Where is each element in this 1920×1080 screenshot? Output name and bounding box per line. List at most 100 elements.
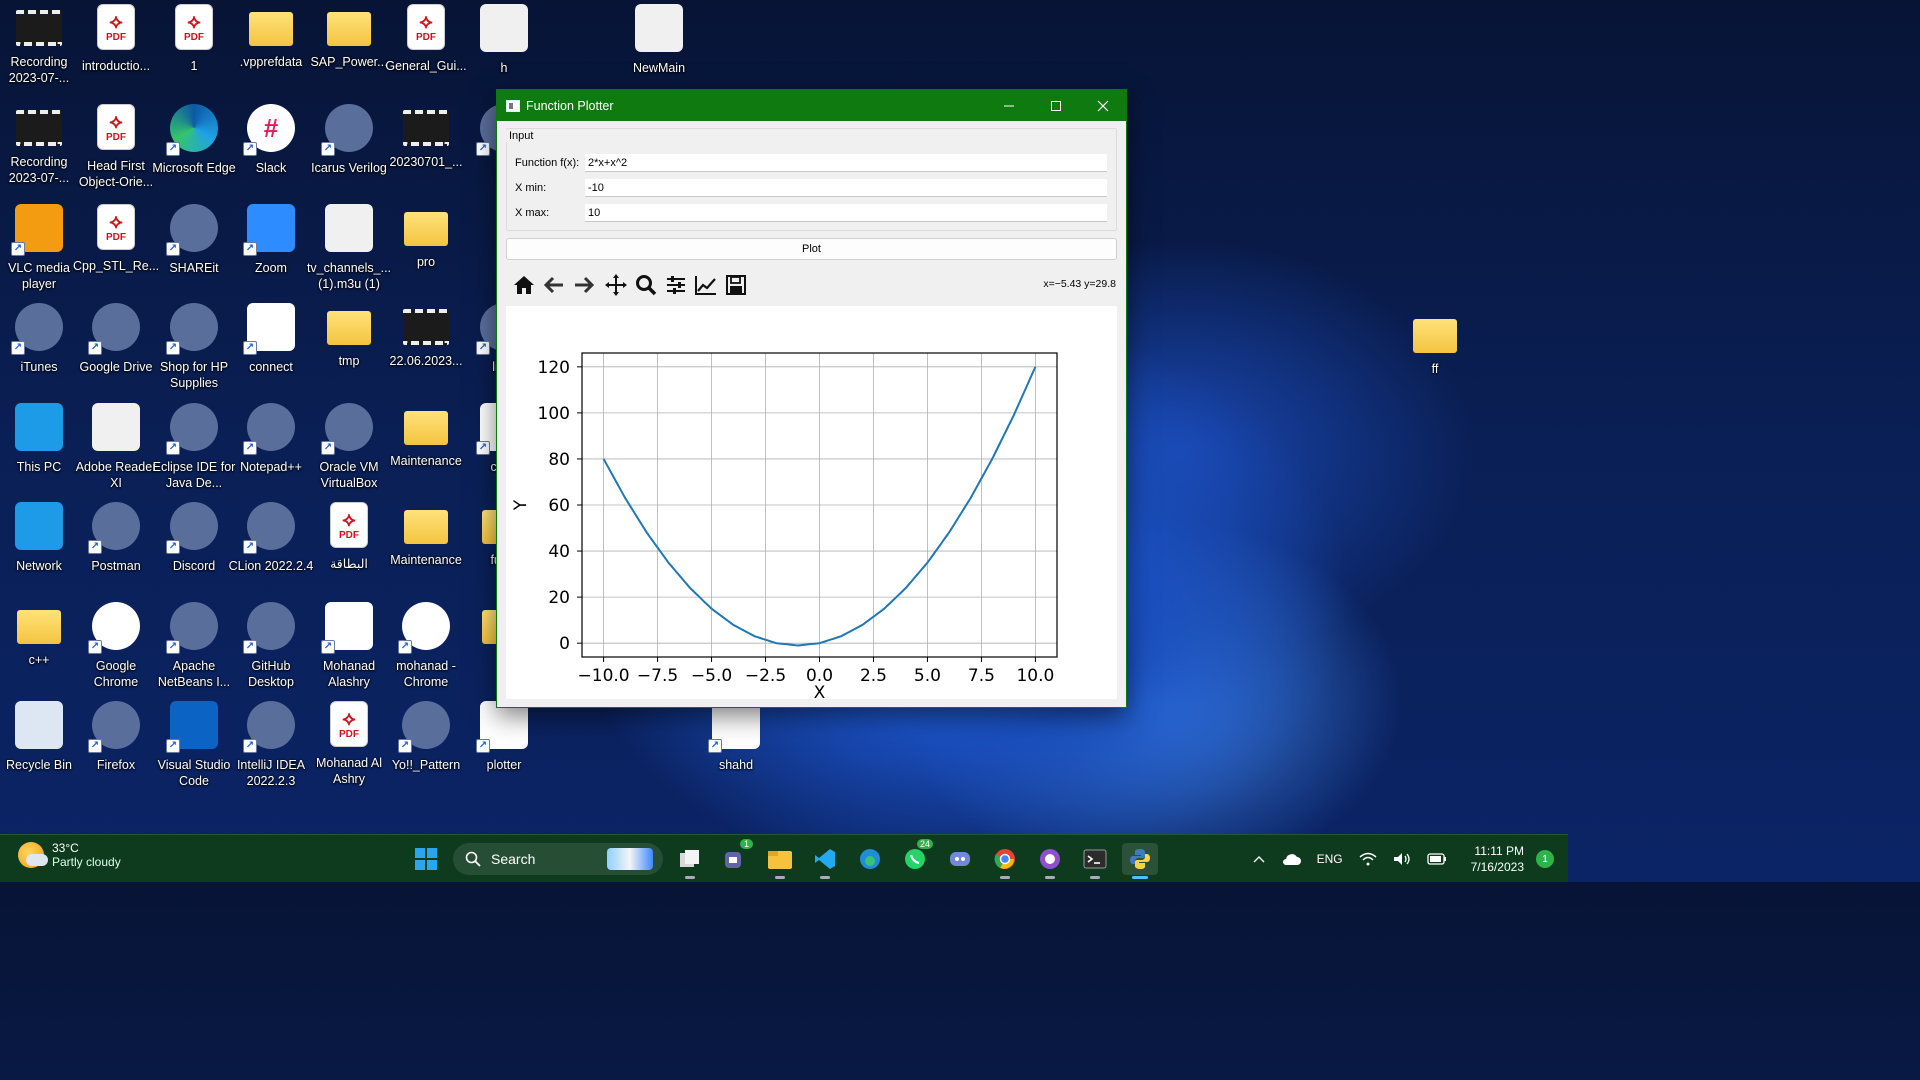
discord-button[interactable] [942,843,978,875]
chrome-button[interactable] [987,843,1023,879]
desktop-icon[interactable]: tmp [310,299,388,395]
desktop-icon[interactable]: SAP_Power... [310,0,388,96]
desktop-icon[interactable]: Recording 2023-07-... [0,0,78,96]
home-button[interactable] [509,270,539,300]
desktop-icon[interactable]: NewMain [620,0,698,96]
pdf-file-icon: ⟡ PDF [175,4,213,50]
desktop-icon[interactable]: ↗ shahd [697,697,775,793]
desktop-icon[interactable]: ⟡ PDF 1 [155,0,233,96]
close-button[interactable] [1079,90,1126,121]
desktop-icon[interactable]: ff [1396,307,1474,403]
network-button[interactable] [1359,852,1377,866]
onedrive-button[interactable] [1281,852,1301,866]
desktop-icon[interactable]: ↗ Notepad++ [232,399,310,495]
desktop-icon[interactable]: ↗ Discord [155,498,233,594]
github-desktop-button[interactable] [1032,843,1068,879]
app-icon: ↗ [243,701,295,753]
desktop-icon[interactable]: Maintenance [387,399,465,495]
desktop-icon[interactable]: ↗ Google Chrome [77,598,155,694]
clock[interactable]: 11:11 PM 7/16/2023 [1471,843,1524,875]
desktop-icon[interactable]: ↗ plotter [465,697,543,793]
desktop-icon[interactable]: ↗ iTunes [0,299,78,395]
pan-button[interactable] [601,270,631,300]
zoom-button[interactable] [631,270,661,300]
notification-badge[interactable]: 1 [1536,850,1554,868]
language-indicator[interactable]: ENG [1317,852,1343,866]
desktop-icon[interactable]: ↗ CLion 2022.2.4 [229,498,313,594]
battery-button[interactable] [1426,853,1447,865]
desktop-icon[interactable]: ⟡ PDF introductio... [77,0,155,96]
desktop-icon[interactable]: ↗ Icarus Verilog [310,100,388,196]
minimize-button[interactable] [985,90,1032,121]
arrow-left-icon [543,276,563,294]
desktop-icon[interactable]: ⟡ PDF General_Gui... [385,0,467,96]
plot-canvas[interactable]: −10.0 −7.5 −5.0 −2.5 0.0 2.5 5.0 7.5 10.0 0 20 40 60… [506,306,1117,703]
desktop-icon[interactable]: 20230701_... [387,100,465,196]
forward-button[interactable] [569,270,599,300]
title-bar[interactable]: Function Plotter [497,90,1126,121]
desktop-icon[interactable]: ↗ Eclipse IDE for Java De... [153,399,235,495]
desktop-icon[interactable]: ↗ Zoom [232,200,310,296]
edit-axes-button[interactable] [691,270,721,300]
desktop-icon[interactable]: pro [387,200,465,296]
desktop-icon[interactable]: .vpprefdata [232,0,310,96]
terminal-button[interactable] [1077,843,1113,879]
maximize-button[interactable] [1032,90,1079,121]
task-view-button[interactable] [672,843,708,879]
teams-button[interactable]: 1 [717,839,753,875]
function-input[interactable] [585,154,1107,172]
configure-subplots-button[interactable] [661,270,691,300]
desktop-icon[interactable]: ↗ connect [232,299,310,395]
desktop-icon[interactable]: c++ [0,598,78,694]
whatsapp-button[interactable]: 24 [897,839,933,875]
desktop-icon[interactable]: ⟡ PDF Head First Object-Orie... [77,100,155,196]
vscode-button[interactable] [807,843,843,879]
desktop-icon-label: Eclipse IDE for Java De... [152,460,236,490]
desktop-icon[interactable]: Network [0,498,78,594]
desktop-icon[interactable]: ↗ Apache NetBeans I... [155,598,233,694]
python-app-button[interactable] [1122,843,1158,879]
desktop-icon[interactable]: 22.06.2023... [387,299,465,395]
file-explorer-button[interactable] [762,843,798,879]
volume-button[interactable] [1393,852,1411,866]
back-button[interactable] [539,270,569,300]
desktop-icon[interactable]: Maintenance [387,498,465,594]
desktop-icon[interactable]: ↗ Shop for HP Supplies [155,299,233,395]
desktop-icon[interactable]: Recycle Bin [0,697,78,793]
desktop-icon[interactable]: ↗ Yo!!_Pattern [387,697,465,793]
xmax-input[interactable] [585,204,1107,222]
function-chart[interactable]: −10.0 −7.5 −5.0 −2.5 0.0 2.5 5.0 7.5 10.00204060… [506,306,1117,703]
xmin-input[interactable] [585,179,1107,197]
weather-widget[interactable]: 33°C Partly cloudy [18,841,121,869]
desktop-icon[interactable]: ↗ mohanad - Chrome [387,598,465,694]
desktop-icon[interactable]: tv_channels_... (1).m3u (1) [307,200,391,296]
desktop-icon[interactable]: ↗ Postman [77,498,155,594]
desktop-icon[interactable]: ⟡ PDF البطاقة [310,498,388,594]
function-label: Function f(x): [515,157,580,169]
desktop-icon-label: Recycle Bin [6,758,72,772]
desktop-icon[interactable]: This PC [0,399,78,495]
desktop-icon[interactable]: h [465,0,543,96]
desktop-icon[interactable]: ⟡ PDF Cpp_STL_Re... [73,200,159,296]
desktop-icon[interactable]: ↗ Visual Studio Code [155,697,233,793]
taskbar: 33°C Partly cloudy Search 1 24 ENG 11:11… [0,834,1568,882]
plot-button[interactable]: Plot [506,238,1117,260]
taskbar-search[interactable]: Search [453,843,663,875]
desktop-icon[interactable]: ↗ Firefox [77,697,155,793]
desktop-icon[interactable]: ↗ Microsoft Edge [152,100,236,196]
save-button[interactable] [721,270,751,300]
desktop-icon[interactable]: Adobe Reader XI [76,399,156,495]
start-button[interactable] [408,843,444,875]
desktop-icon[interactable]: Recording 2023-07-... [0,100,78,196]
desktop-icon[interactable]: ↗ GitHub Desktop [232,598,310,694]
desktop-icon[interactable]: ↗ SHAREit [155,200,233,296]
desktop-icon[interactable]: ↗ Oracle VM VirtualBox [310,399,388,495]
desktop-icon[interactable]: ⟡ PDF Mohanad Al Ashry [310,697,388,793]
desktop-icon[interactable]: # ↗ Slack [232,100,310,196]
edge-button[interactable] [852,843,888,875]
desktop-icon[interactable]: ↗ Google Drive [77,299,155,395]
desktop-icon[interactable]: ↗ IntelliJ IDEA 2022.2.3 [232,697,310,793]
desktop-icon[interactable]: ↗ VLC media player [0,200,78,296]
desktop-icon[interactable]: ↗ Mohanad Alashry [310,598,388,694]
show-hidden-icons-button[interactable] [1253,854,1265,864]
